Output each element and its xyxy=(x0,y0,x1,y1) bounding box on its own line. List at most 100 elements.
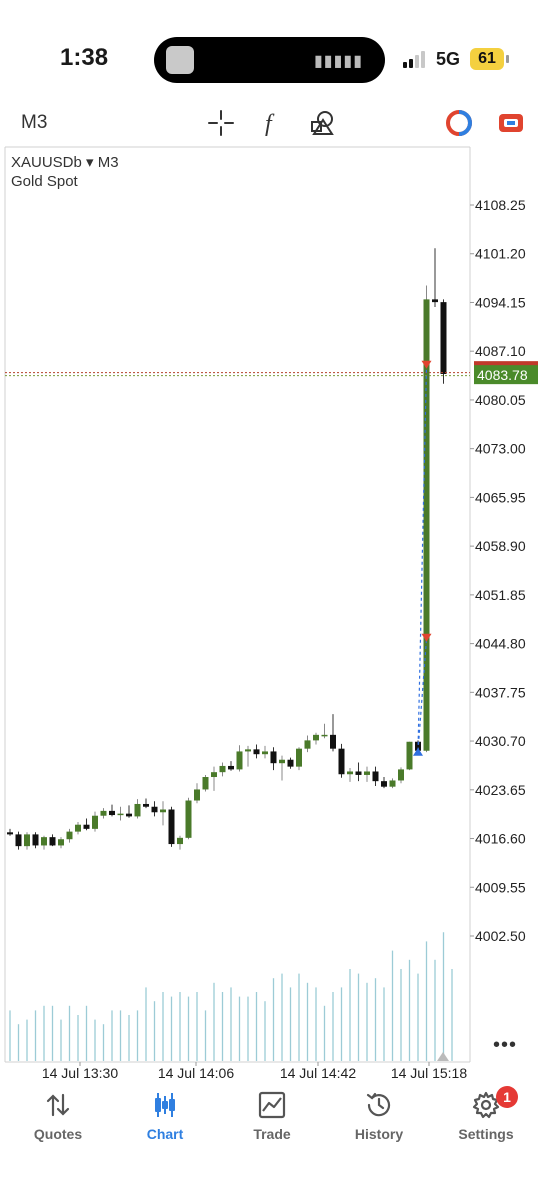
candle xyxy=(134,803,141,817)
y-tick-label: 4030.70 xyxy=(475,733,526,749)
battery-tip xyxy=(506,55,509,63)
accounts-icon[interactable] xyxy=(496,108,526,138)
candle xyxy=(406,741,413,770)
sell-arrow-icon xyxy=(421,633,432,642)
tab-trade[interactable]: Trade xyxy=(227,1090,317,1142)
scroll-end-marker-icon[interactable] xyxy=(437,1052,449,1061)
candle xyxy=(49,837,56,846)
settings-notification-badge: 1 xyxy=(496,1086,518,1108)
x-tick-label: 14 Jul 14:06 xyxy=(158,1065,234,1081)
candle xyxy=(398,769,404,781)
y-tick-label: 4016.60 xyxy=(475,831,526,847)
candle xyxy=(338,748,345,775)
y-tick-label: 4080.05 xyxy=(475,392,526,408)
candle xyxy=(143,803,149,807)
candle xyxy=(253,749,260,755)
candle xyxy=(313,734,319,741)
y-tick-label: 4051.85 xyxy=(475,587,526,603)
candle xyxy=(41,837,47,846)
candle xyxy=(330,734,336,749)
candle xyxy=(296,748,302,767)
candle xyxy=(245,749,251,752)
trade-markers: 4083.78 xyxy=(5,360,538,1061)
y-tick-label: 4009.55 xyxy=(475,879,526,895)
timeframe-button[interactable]: M3 xyxy=(21,112,47,134)
tab-quotes[interactable]: Quotes xyxy=(13,1090,103,1142)
function-icon[interactable]: f xyxy=(257,108,287,138)
cellular-signal-icon xyxy=(403,50,425,68)
more-options-button[interactable]: ••• xyxy=(493,1034,517,1057)
status-time: 1:38 xyxy=(60,44,109,71)
history-clock-icon xyxy=(366,1092,391,1117)
tab-label: History xyxy=(354,1126,404,1142)
candle xyxy=(372,771,379,782)
candle xyxy=(100,810,107,816)
candle xyxy=(24,834,30,847)
candlestick-chart-icon xyxy=(155,1093,175,1117)
y-tick-label: 4065.95 xyxy=(475,489,526,505)
candle xyxy=(381,781,387,787)
y-tick-label: 4094.15 xyxy=(475,294,526,310)
y-tick-label: 4023.65 xyxy=(475,782,526,798)
candle xyxy=(355,771,362,775)
candle xyxy=(432,299,438,303)
y-tick-label: 4037.75 xyxy=(475,684,526,700)
status-bar: 1:38 ▮▮▮▮▮ 5G 61 xyxy=(0,0,551,100)
crosshair-icon[interactable] xyxy=(206,108,236,138)
candle xyxy=(211,772,217,778)
y-tick-label: 4058.90 xyxy=(475,538,526,554)
chart-symbol-description: Gold Spot xyxy=(11,173,78,190)
candle xyxy=(117,813,124,816)
quotes-arrows-icon xyxy=(46,1093,70,1117)
chart-symbol[interactable]: XAUUSDb ▾ M3 xyxy=(11,153,119,171)
buy-arrow-icon xyxy=(413,747,423,756)
y-tick-label: 4002.50 xyxy=(475,928,526,944)
tab-label: Settings xyxy=(458,1126,514,1142)
y-tick-label: 4073.00 xyxy=(475,441,526,457)
candle xyxy=(15,834,22,847)
x-tick-label: 14 Jul 14:42 xyxy=(280,1065,356,1081)
svg-text:f: f xyxy=(265,111,275,137)
now-playing-thumbnail xyxy=(166,46,194,74)
tab-history[interactable]: History xyxy=(334,1090,424,1142)
candle xyxy=(109,810,115,816)
candle xyxy=(270,751,277,764)
tab-chart[interactable]: Chart xyxy=(120,1090,210,1142)
x-tick-label: 14 Jul 15:18 xyxy=(391,1065,467,1081)
dynamic-island: ▮▮▮▮▮ xyxy=(154,37,385,83)
candle xyxy=(58,839,64,846)
trade-line-chart-icon xyxy=(258,1091,286,1119)
sell-arrow-icon xyxy=(421,360,432,369)
candle xyxy=(185,800,192,838)
price-axis: 4108.25 4101.20 4094.15 4087.10 4080.05 4073.… xyxy=(470,197,526,944)
candle xyxy=(440,302,447,375)
candle xyxy=(92,815,98,829)
x-tick-label: 14 Jul 13:30 xyxy=(42,1065,118,1081)
candle xyxy=(228,765,234,770)
candle xyxy=(151,806,158,813)
candle xyxy=(160,809,166,813)
candles-layer xyxy=(7,248,447,850)
candle xyxy=(347,771,353,775)
candle xyxy=(32,834,39,846)
y-tick-label: 4108.25 xyxy=(475,197,526,213)
candle xyxy=(83,824,90,829)
objects-icon[interactable] xyxy=(308,108,338,138)
volume-histogram xyxy=(9,932,453,1061)
tab-label: Chart xyxy=(146,1126,184,1142)
candle xyxy=(66,831,73,840)
candle xyxy=(177,837,183,845)
one-click-trading-icon[interactable] xyxy=(444,108,474,138)
candle xyxy=(262,751,268,755)
price-chart[interactable]: 4108.25 4101.20 4094.15 4087.10 4080.05 4073.… xyxy=(0,144,551,1086)
time-axis: 14 Jul 13:30 14 Jul 14:06 14 Jul 14:42 14 J… xyxy=(42,1062,467,1081)
candle xyxy=(279,759,285,764)
y-tick-label: 4044.80 xyxy=(475,636,526,652)
candle xyxy=(202,777,209,790)
candle xyxy=(126,813,132,817)
candle xyxy=(168,809,175,845)
tab-label: Trade xyxy=(253,1126,291,1142)
tab-label: Quotes xyxy=(33,1126,83,1142)
candle xyxy=(287,759,294,767)
battery-icon: 61 xyxy=(470,48,504,70)
